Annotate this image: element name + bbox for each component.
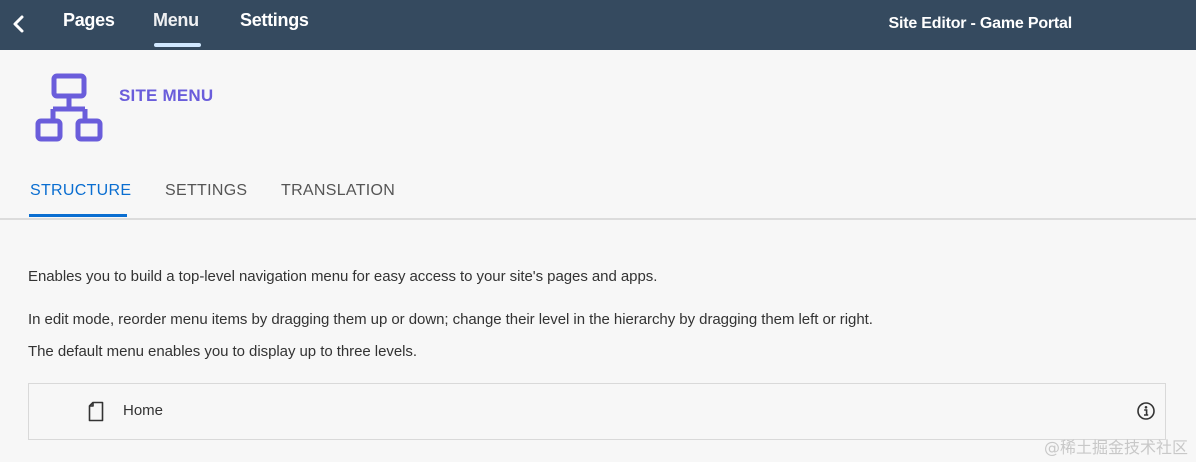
structure-panel: Enables you to build a top-level navigat… [0,220,1196,462]
chevron-left-icon [13,15,24,33]
tab-settings[interactable]: Settings [240,10,309,50]
subtab-indicator [29,214,127,217]
subtab-settings[interactable]: SETTINGS [165,182,247,200]
subtab-structure[interactable]: STRUCTURE [30,182,131,200]
site-title: Site Editor - Game Portal [888,15,1073,32]
edit-mode-hint: In edit mode, reorder menu items by drag… [28,311,873,328]
item-info-button[interactable] [1135,400,1157,422]
active-tab-indicator [154,43,201,47]
shell-header: Pages Menu Settings Site Editor - Game P… [0,0,1196,50]
levels-hint: The default menu enables you to display … [28,343,417,360]
tab-pages[interactable]: Pages [63,10,115,50]
menu-item-label: Home [123,402,164,419]
page-icon [88,401,104,422]
menu-structure-list: Home [28,383,1166,440]
list-item[interactable]: Home [29,384,1165,439]
page-title: SITE MENU [119,86,214,105]
description-text: Enables you to build a top-level navigat… [28,268,658,285]
sitemap-icon [35,73,103,142]
watermark: @稀土掘金技术社区 [1043,438,1188,457]
subtab-translation[interactable]: TRANSLATION [281,182,395,200]
back-button[interactable] [8,11,30,37]
object-header: SITE MENU STRUCTURE SETTINGS TRANSLATION [0,50,1196,220]
info-icon [1137,402,1155,420]
